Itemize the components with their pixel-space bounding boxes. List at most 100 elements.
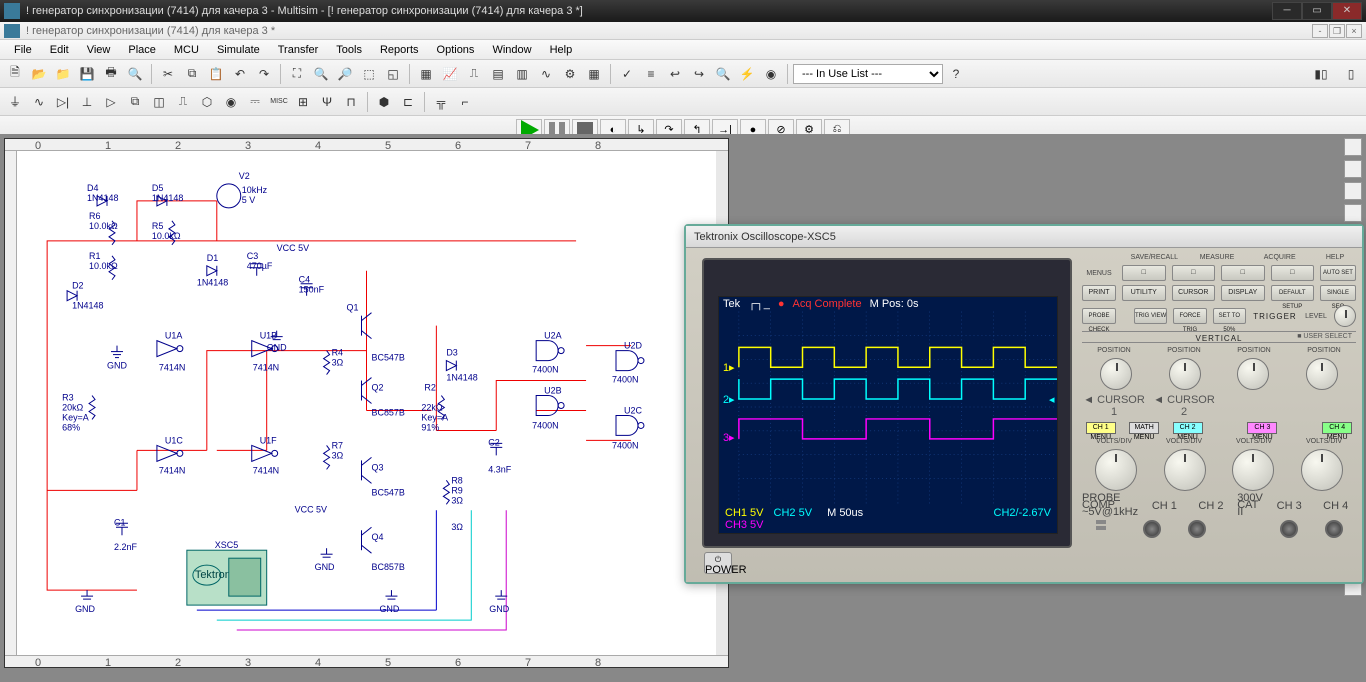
back-annotate-button[interactable]: ↩: [664, 63, 686, 85]
scope-titlebar[interactable]: Tektronix Oscilloscope-XSC5: [686, 226, 1362, 248]
mdi-minimize-button[interactable]: -: [1312, 24, 1328, 38]
new-button[interactable]: 🗎: [4, 63, 26, 85]
menu-tools[interactable]: Tools: [328, 42, 370, 58]
grapher-button[interactable]: 📈: [439, 63, 461, 85]
print-preview-button[interactable]: 🔍: [124, 63, 146, 85]
menu-reports[interactable]: Reports: [372, 42, 427, 58]
place-ttl-button[interactable]: ⧉: [124, 91, 146, 113]
save-recall-button[interactable]: □: [1122, 265, 1166, 281]
place-hierarchy-button[interactable]: ⌐: [454, 91, 476, 113]
erc-button[interactable]: ✓: [616, 63, 638, 85]
menu-simulate[interactable]: Simulate: [209, 42, 268, 58]
place-mixed-button[interactable]: ⬡: [196, 91, 218, 113]
utility-button[interactable]: UTILITY: [1122, 285, 1166, 301]
place-analog-button[interactable]: ▷: [100, 91, 122, 113]
zoom-fit-button[interactable]: ◱: [382, 63, 404, 85]
print-button[interactable]: 🖶: [100, 63, 122, 85]
ch4-menu-button[interactable]: CH 4 MENU: [1322, 422, 1352, 434]
menu-place[interactable]: Place: [120, 42, 164, 58]
measure-button[interactable]: □: [1172, 265, 1216, 281]
mdi-restore-button[interactable]: ❐: [1329, 24, 1345, 38]
trig-view-button[interactable]: TRIG VIEW: [1134, 308, 1167, 324]
trigger-level-knob[interactable]: [1334, 305, 1356, 327]
undo-button[interactable]: ↶: [229, 63, 251, 85]
menu-window[interactable]: Window: [484, 42, 539, 58]
ch1-menu-button[interactable]: CH 1 MENU: [1086, 422, 1116, 434]
in-use-list-combo[interactable]: --- In Use List ---: [793, 64, 943, 84]
redo-button[interactable]: ↷: [253, 63, 275, 85]
cut-button[interactable]: ✂: [157, 63, 179, 85]
ch3-bnc[interactable]: [1280, 520, 1298, 538]
place-misc-button[interactable]: MISC: [268, 91, 290, 113]
zoom-full-button[interactable]: ⛶: [286, 63, 308, 85]
place-transistor-button[interactable]: ⊥: [76, 91, 98, 113]
schematic-canvas[interactable]: 0 1 2 3 4 5 6 7 8 0 1 2 3 4 5 6 7 8: [4, 138, 729, 668]
place-diode-button[interactable]: ▷|: [52, 91, 74, 113]
oscilloscope-icon[interactable]: [1344, 204, 1362, 222]
cursor-button[interactable]: CURSOR: [1172, 285, 1216, 301]
set-to-50-button[interactable]: SET TO 50%: [1213, 308, 1246, 324]
math-menu-button[interactable]: MATH MENU: [1129, 422, 1159, 434]
ch1-bnc[interactable]: [1143, 520, 1161, 538]
database-button[interactable]: ▥: [511, 63, 533, 85]
find-button[interactable]: 🔍: [712, 63, 734, 85]
place-power-button[interactable]: ⎓: [244, 91, 266, 113]
wattmeter-icon[interactable]: [1344, 182, 1362, 200]
sim-switch-run[interactable]: ▮▯: [1304, 63, 1338, 85]
capture-button[interactable]: ◉: [760, 63, 782, 85]
place-misc-digital-button[interactable]: ⎍: [172, 91, 194, 113]
menu-file[interactable]: File: [6, 42, 40, 58]
ch2-volts-knob[interactable]: [1164, 449, 1206, 491]
zoom-area-button[interactable]: ⬚: [358, 63, 380, 85]
breadboard-button[interactable]: ▤: [487, 63, 509, 85]
menu-edit[interactable]: Edit: [42, 42, 77, 58]
analysis-button[interactable]: ∿: [535, 63, 557, 85]
save-button[interactable]: 💾: [76, 63, 98, 85]
zoom-out-button[interactable]: 🔎: [334, 63, 356, 85]
oscilloscope-window[interactable]: Tektronix Oscilloscope-XSC5 Tektronix TD…: [684, 224, 1364, 584]
menu-view[interactable]: View: [79, 42, 119, 58]
multimeter-icon[interactable]: [1344, 138, 1362, 156]
place-rf-button[interactable]: Ψ: [316, 91, 338, 113]
place-connector-button[interactable]: ⊏: [397, 91, 419, 113]
place-electromech-button[interactable]: ⊓: [340, 91, 362, 113]
ch3-position-knob[interactable]: [1237, 358, 1269, 390]
forward-annotate-button[interactable]: ↪: [688, 63, 710, 85]
place-bus-button[interactable]: ╦: [430, 91, 452, 113]
zoom-in-button[interactable]: 🔍: [310, 63, 332, 85]
ch2-bnc[interactable]: [1188, 520, 1206, 538]
ch1-position-knob[interactable]: [1100, 358, 1132, 390]
maximize-button[interactable]: ▭: [1302, 2, 1332, 20]
menu-mcu[interactable]: MCU: [166, 42, 207, 58]
function-generator-icon[interactable]: [1344, 160, 1362, 178]
acquire-button[interactable]: □: [1221, 265, 1265, 281]
pcb-button[interactable]: ▦: [583, 63, 605, 85]
display-button[interactable]: DISPLAY: [1221, 285, 1265, 301]
electrical-rules-button[interactable]: ⚡: [736, 63, 758, 85]
paste-button[interactable]: 📋: [205, 63, 227, 85]
place-basic-button[interactable]: ∿: [28, 91, 50, 113]
menu-help[interactable]: Help: [542, 42, 581, 58]
menu-options[interactable]: Options: [429, 42, 483, 58]
place-ni-button[interactable]: ⬢: [373, 91, 395, 113]
sim-switch-stop[interactable]: ▯: [1340, 63, 1362, 85]
ch3-menu-button[interactable]: CH 3 MENU: [1247, 422, 1277, 434]
copy-button[interactable]: ⧉: [181, 63, 203, 85]
place-indicator-button[interactable]: ◉: [220, 91, 242, 113]
default-setup-button[interactable]: DEFAULT SETUP: [1271, 285, 1315, 301]
ch4-volts-knob[interactable]: [1301, 449, 1343, 491]
probe-check-button[interactable]: PROBE CHECK: [1082, 308, 1116, 324]
close-button[interactable]: ✕: [1332, 2, 1362, 20]
ch3-volts-knob[interactable]: [1232, 449, 1274, 491]
menu-transfer[interactable]: Transfer: [270, 42, 327, 58]
force-trig-button[interactable]: FORCE TRIG: [1173, 308, 1206, 324]
minimize-button[interactable]: ─: [1272, 2, 1302, 20]
place-source-button[interactable]: ⏚: [4, 91, 26, 113]
postproc-button[interactable]: ⎍: [463, 63, 485, 85]
power-button[interactable]: ⏻POWER: [704, 552, 732, 574]
open-button[interactable]: 📂: [28, 63, 50, 85]
help-button[interactable]: □: [1271, 265, 1315, 281]
help-button[interactable]: ?: [945, 63, 967, 85]
print-button[interactable]: PRINT: [1082, 285, 1116, 301]
place-advanced-button[interactable]: ⊞: [292, 91, 314, 113]
